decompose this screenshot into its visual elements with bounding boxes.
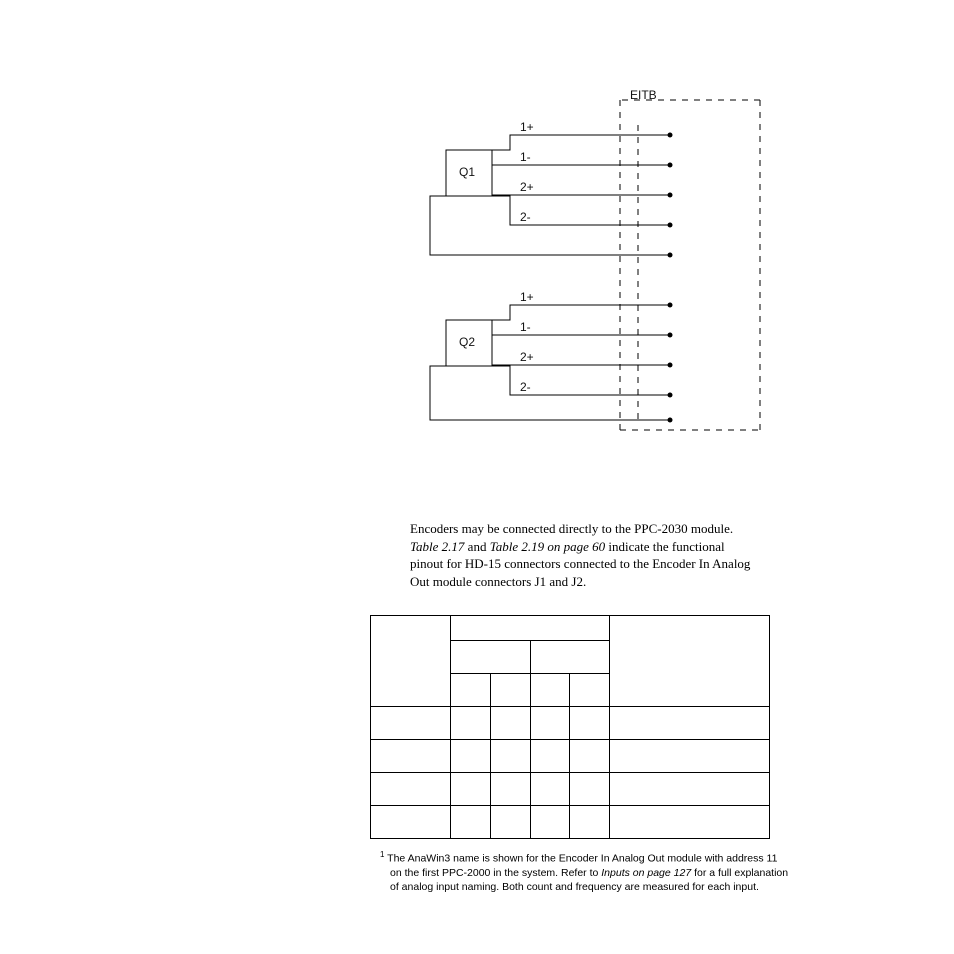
body-sent1: Encoders may be connected directly to th…: [410, 521, 733, 536]
block-q2-label: Q2: [459, 335, 475, 349]
q2-sig-1m: 1-: [520, 320, 531, 334]
q2-sig-1p: 1+: [520, 290, 534, 304]
q1-sig-2m: 2-: [520, 210, 531, 224]
q2-sig-2m: 2-: [520, 380, 531, 394]
q1-sig-2p: 2+: [520, 180, 534, 194]
encoder-wiring-diagram: [390, 80, 770, 450]
body-ref-1: Table 2.17: [410, 539, 464, 554]
table-row: [371, 806, 770, 839]
table-row: [371, 740, 770, 773]
footnote-ref: Inputs on page 127: [601, 867, 691, 879]
body-paragraph: Encoders may be connected directly to th…: [410, 520, 760, 590]
table-row: [371, 707, 770, 740]
q2-sig-2p: 2+: [520, 350, 534, 364]
block-q1-label: Q1: [459, 165, 475, 179]
boundary-label: EITB: [630, 88, 657, 102]
q1-sig-1p: 1+: [520, 120, 534, 134]
body-ref-2: Table 2.19 on page 60: [490, 539, 605, 554]
table-footnote: 1 The AnaWin3 name is shown for the Enco…: [370, 850, 790, 894]
q1-sig-1m: 1-: [520, 150, 531, 164]
pinout-table: [370, 615, 770, 839]
body-mid1: and: [464, 539, 489, 554]
table-row: [371, 616, 770, 641]
table-row: [371, 773, 770, 806]
